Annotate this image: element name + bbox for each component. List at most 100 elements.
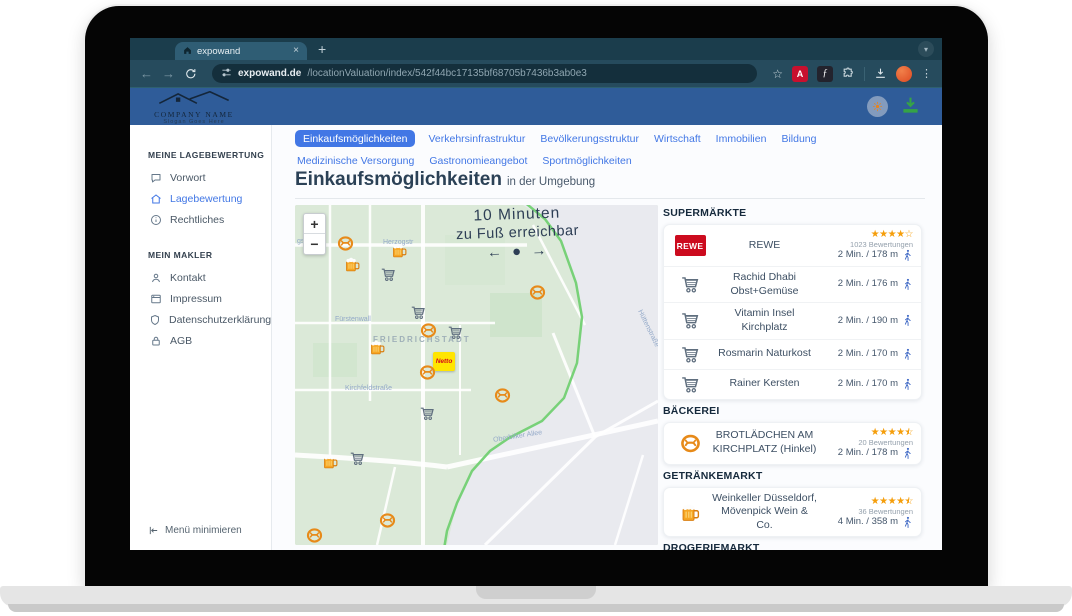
distance-text: 2 Min. / 170 m (838, 348, 898, 360)
place-meta: 2 Min. / 190 m (821, 314, 913, 327)
browser-tab[interactable]: expowand × (175, 42, 307, 60)
places-section-title: DROGERIEMARKT (663, 542, 922, 550)
downloads-icon[interactable] (874, 67, 887, 80)
browser-profile-avatar[interactable] (896, 66, 912, 82)
url-domain: expowand.de (238, 68, 301, 79)
place-row-brotlädchen-am-kirchplatz-hinkel[interactable]: BROTLÄDCHEN AM KIRCHPLATZ (Hinkel)★★★★★☆… (664, 423, 921, 464)
sidebar-section-title: MEIN MAKLER (148, 250, 271, 260)
place-meta: ★★★★★☆20 Bewertungen2 Min. / 178 m (821, 427, 913, 460)
main-content: Einkaufsmöglichkeiten Verkehrsinfrastrukt… (272, 125, 942, 550)
sidebar-item-agb[interactable]: AGB (130, 330, 271, 351)
place-row-rainer-kersten[interactable]: Rainer Kersten2 Min. / 170 m (664, 370, 921, 399)
map-marker-beer[interactable] (322, 453, 339, 470)
map-zoom-control: + − (303, 213, 326, 255)
place-row-rachid-dhabi-obst-gemüse[interactable]: Rachid Dhabi Obst+Gemüse2 Min. / 176 m (664, 267, 921, 303)
map-marker-beer[interactable] (391, 242, 408, 259)
back-icon[interactable]: ← (140, 67, 153, 80)
url-bar[interactable]: expowand.de/locationValuation/index/542f… (212, 64, 757, 83)
street-label: Kirchfeldstraße (345, 385, 392, 392)
roofline-logo-icon (157, 91, 231, 104)
tab-immobilien[interactable]: Immobilien (714, 130, 769, 147)
map-marker-cart[interactable] (419, 405, 436, 422)
place-row-rosmarin-naturkost[interactable]: Rosmarin Naturkost2 Min. / 170 m (664, 340, 921, 370)
map-marker-beer[interactable] (369, 339, 386, 356)
forward-icon[interactable]: → (162, 67, 175, 80)
site-settings-icon[interactable] (221, 65, 232, 83)
bookmark-star-icon[interactable]: ☆ (772, 67, 783, 81)
map-marker-pretzel[interactable] (420, 322, 437, 339)
sidebar-item-vorwort[interactable]: Vorwort (130, 167, 271, 188)
sidebar-item-label: Vorwort (170, 172, 206, 184)
tab-sportmöglichkeiten[interactable]: Sportmöglichkeiten (540, 152, 633, 169)
walking-icon (902, 348, 913, 361)
places-card: BROTLÄDCHEN AM KIRCHPLATZ (Hinkel)★★★★★☆… (663, 422, 922, 465)
tab-bevölkerungsstruktur[interactable]: Bevölkerungsstruktur (538, 130, 641, 147)
fn-extension-icon[interactable]: ƒ (817, 66, 833, 82)
map-marker-pretzel[interactable] (379, 512, 396, 529)
map-panel[interactable]: FRIEDRICHSTADT Netto gstraßeHerzogstrFür… (295, 205, 658, 545)
sidebar-item-kontakt[interactable]: Kontakt (130, 267, 271, 288)
tab-search-chevron-icon[interactable]: ▾ (918, 41, 934, 57)
tab-close-icon[interactable]: × (293, 46, 299, 56)
laptop-base-lip (8, 604, 1064, 612)
export-download-icon[interactable] (901, 96, 920, 120)
pdf-extension-icon[interactable]: A (792, 66, 808, 82)
distance-text: 2 Min. / 178 m (838, 447, 898, 459)
map-marker-cart[interactable] (380, 266, 397, 283)
map-marker-pretzel[interactable] (529, 284, 546, 301)
tab-wirtschaft[interactable]: Wirtschaft (652, 130, 703, 147)
map-marker-pretzel[interactable] (306, 527, 323, 544)
tab-einkaufsmöglichkeiten[interactable]: Einkaufsmöglichkeiten (295, 130, 415, 147)
new-tab-button[interactable]: + (318, 41, 326, 57)
place-name: REWE (708, 239, 821, 253)
place-row-vitamin-insel-kirchplatz[interactable]: Vitamin Insel Kirchplatz2 Min. / 190 m (664, 303, 921, 339)
minimize-menu-button[interactable]: Menü minimieren (148, 525, 242, 536)
map-marker-pretzel[interactable] (419, 364, 436, 381)
page-title: Einkaufsmöglichkeitenin der Umgebung (295, 169, 595, 191)
places-section-title: SUPERMÄRKTE (663, 207, 922, 219)
rating-stars: ★★★★★☆ (821, 496, 913, 507)
place-meta: ★★★★★☆36 Bewertungen4 Min. / 358 m (821, 496, 913, 529)
cart-icon (672, 274, 708, 295)
cart-icon (672, 310, 708, 331)
tab-verkehrsinfrastruktur[interactable]: Verkehrsinfrastruktur (426, 130, 527, 147)
place-row-weinkeller-düsseldorf-mövenpick-wein-co[interactable]: Weinkeller Düsseldorf, Mövenpick Wein & … (664, 488, 921, 537)
walking-icon (902, 516, 913, 529)
sidebar: MEINE LAGEBEWERTUNG Vorwort LagebewertungR… (130, 125, 272, 550)
lock-icon (149, 334, 162, 347)
title-divider (295, 198, 925, 199)
map-marker-cart[interactable] (447, 324, 464, 341)
tab-medizinische-versorgung[interactable]: Medizinische Versorgung (295, 152, 416, 169)
walking-icon (902, 249, 913, 262)
map-marker-beer[interactable] (344, 256, 361, 273)
places-card: REWEREWE★★★★☆1023 Bewertungen2 Min. / 17… (663, 224, 922, 400)
zoom-in-button[interactable]: + (304, 214, 325, 234)
minimize-menu-label: Menü minimieren (165, 525, 242, 536)
map-marker-cart[interactable] (349, 450, 366, 467)
map-marker-cart[interactable] (410, 304, 427, 321)
tab-gastronomieangebot[interactable]: Gastronomieangebot (427, 152, 529, 169)
browser-menu-icon[interactable]: ⋮ (921, 67, 932, 80)
distance-row: 2 Min. / 178 m (821, 447, 913, 460)
distance-text: 4 Min. / 358 m (838, 516, 898, 528)
shield-icon (149, 313, 161, 326)
tab-bildung[interactable]: Bildung (779, 130, 818, 147)
map-marker-pretzel[interactable] (337, 235, 354, 252)
netto-map-logo[interactable]: Netto (433, 352, 455, 371)
sidebar-item-rechtliches[interactable]: Rechtliches (130, 209, 271, 230)
sidebar-item-label: Datenschutzerklärung (169, 314, 271, 326)
reload-icon[interactable] (184, 67, 197, 80)
user-avatar[interactable] (867, 96, 888, 117)
map-marker-pretzel[interactable] (494, 387, 511, 404)
sidebar-item-label: Kontakt (170, 272, 206, 284)
sidebar-section-title: MEINE LAGEBEWERTUNG (148, 150, 271, 160)
sidebar-item-datenschutzerklärung[interactable]: Datenschutzerklärung (130, 309, 271, 330)
zoom-out-button[interactable]: − (304, 234, 325, 254)
place-row-rewe[interactable]: REWEREWE★★★★☆1023 Bewertungen2 Min. / 17… (664, 225, 921, 267)
company-logo: COMPANY NAME Slogan Goes Here (144, 91, 244, 125)
home-icon (149, 192, 162, 205)
sidebar-item-lagebewertung[interactable]: Lagebewertung (130, 188, 271, 209)
extensions-puzzle-icon[interactable] (842, 67, 855, 80)
sidebar-item-impressum[interactable]: Impressum (130, 288, 271, 309)
netto-label: Netto (436, 358, 453, 365)
